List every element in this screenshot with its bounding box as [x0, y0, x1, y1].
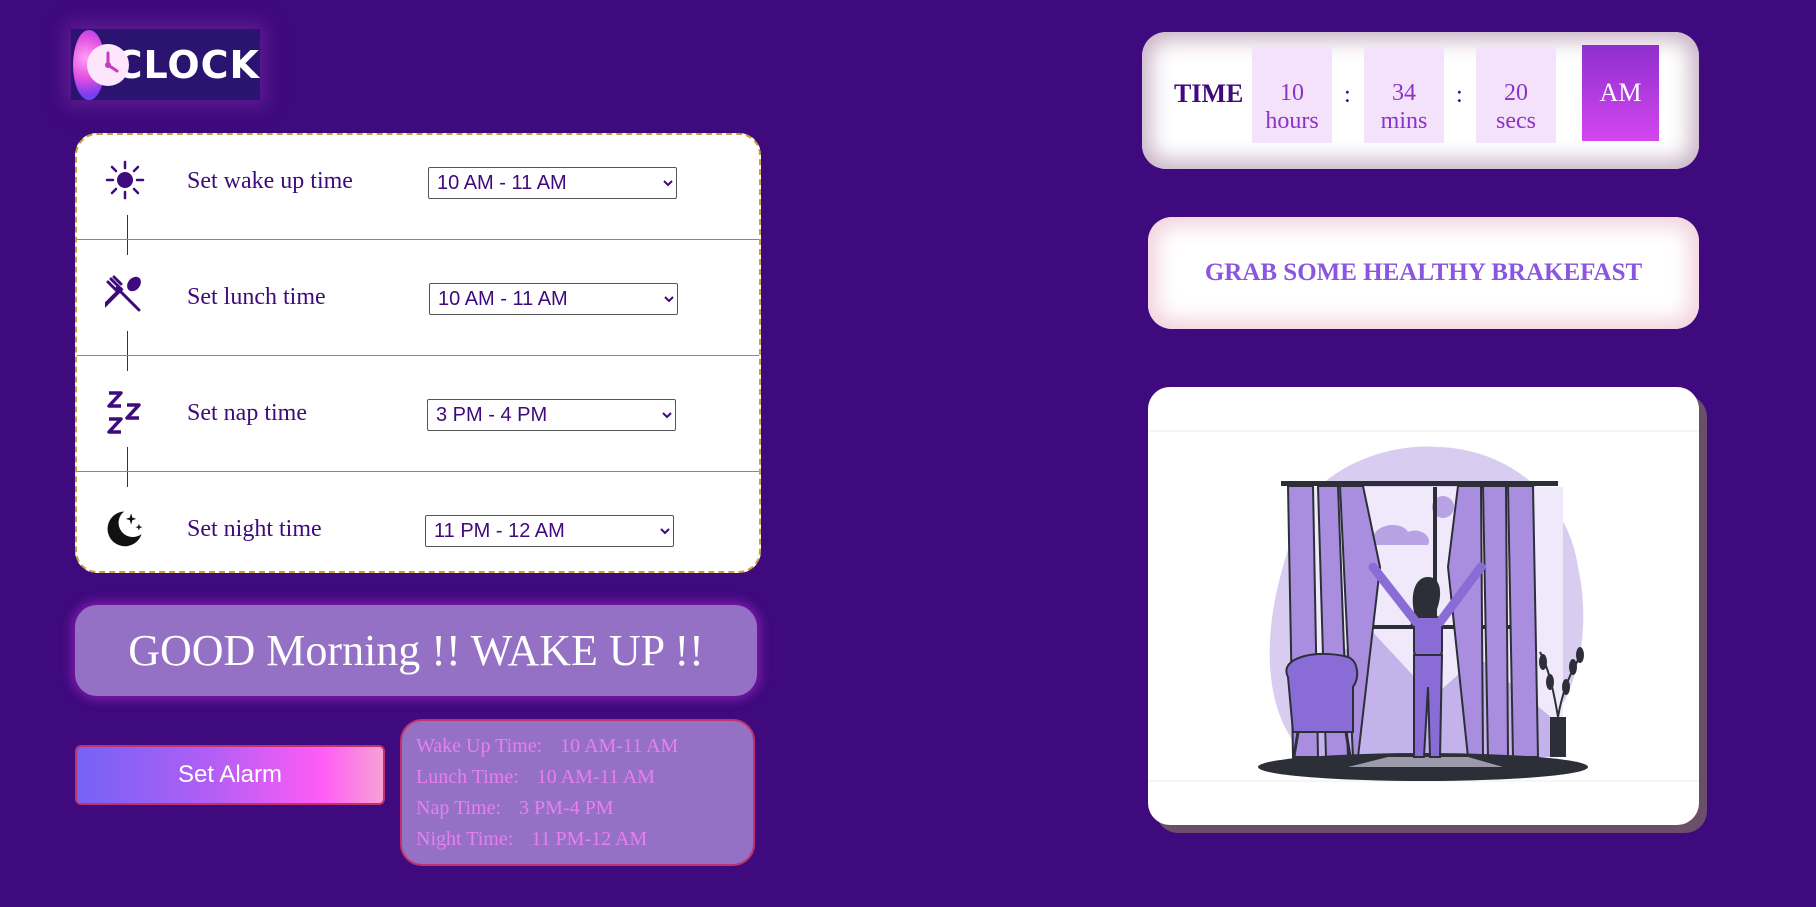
app-logo: CLOCK — [71, 29, 260, 100]
time-label: TIME — [1174, 79, 1244, 108]
night-select[interactable]: 11 PM - 12 AM — [425, 515, 674, 547]
summary-nap: Nap Time: 3 PM-4 PM — [416, 797, 614, 819]
divider — [77, 471, 759, 472]
moon-stars-icon — [105, 508, 145, 548]
woman-opening-curtains-illustration — [1148, 387, 1699, 825]
schedule-card: Set wake up time 10 AM - 11 AM Set lunch… — [75, 133, 761, 573]
nap-select[interactable]: 3 PM - 4 PM — [427, 399, 676, 431]
wake-up-select[interactable]: 10 AM - 11 AM — [428, 167, 677, 199]
timeline-connector — [127, 215, 128, 255]
logo-text: CLOCK — [114, 42, 260, 87]
minutes-box: 34 mins — [1364, 45, 1444, 143]
night-label: Set night time — [187, 516, 322, 542]
alarm-summary: Wake Up Time: 10 AM-11 AM Lunch Time: 10 A… — [400, 719, 755, 866]
set-alarm-button[interactable]: Set Alarm — [75, 745, 385, 805]
time-display: TIME 10 hours : 34 mins : 20 secs AM — [1142, 32, 1699, 169]
timeline-connector — [127, 331, 128, 371]
clock-icon — [73, 29, 129, 100]
nap-row: Set nap time 3 PM - 4 PM — [77, 367, 759, 487]
wake-up-label: Set wake up time — [187, 168, 353, 194]
lunch-label: Set lunch time — [187, 284, 326, 310]
time-separator: : — [1344, 82, 1351, 108]
lunch-select[interactable]: 10 AM - 11 AM — [429, 283, 678, 315]
timeline-connector — [127, 447, 128, 487]
advice-message: GRAB SOME HEALTHY BRAKEFAST — [1148, 217, 1699, 329]
divider — [77, 355, 759, 356]
seconds-box: 20 secs — [1476, 45, 1556, 143]
fork-spoon-icon — [105, 275, 145, 315]
time-separator: : — [1456, 82, 1463, 108]
lunch-row: Set lunch time 10 AM - 11 AM — [77, 251, 759, 371]
night-row: Set night time 11 PM - 12 AM — [77, 483, 759, 571]
ampm-indicator: AM — [1582, 45, 1659, 141]
nap-label: Set nap time — [187, 400, 307, 426]
sun-icon — [105, 160, 145, 200]
greeting-message: GOOD Morning !! WAKE UP !! — [75, 605, 757, 696]
summary-wake: Wake Up Time: 10 AM-11 AM — [416, 735, 679, 757]
summary-lunch: Lunch Time: 10 AM-11 AM — [416, 766, 655, 788]
hours-box: 10 hours — [1252, 45, 1332, 143]
sleep-zzz-icon — [105, 391, 145, 434]
divider — [77, 239, 759, 240]
summary-night: Night Time: 11 PM-12 AM — [416, 828, 648, 850]
wake-up-row: Set wake up time 10 AM - 11 AM — [77, 135, 759, 255]
